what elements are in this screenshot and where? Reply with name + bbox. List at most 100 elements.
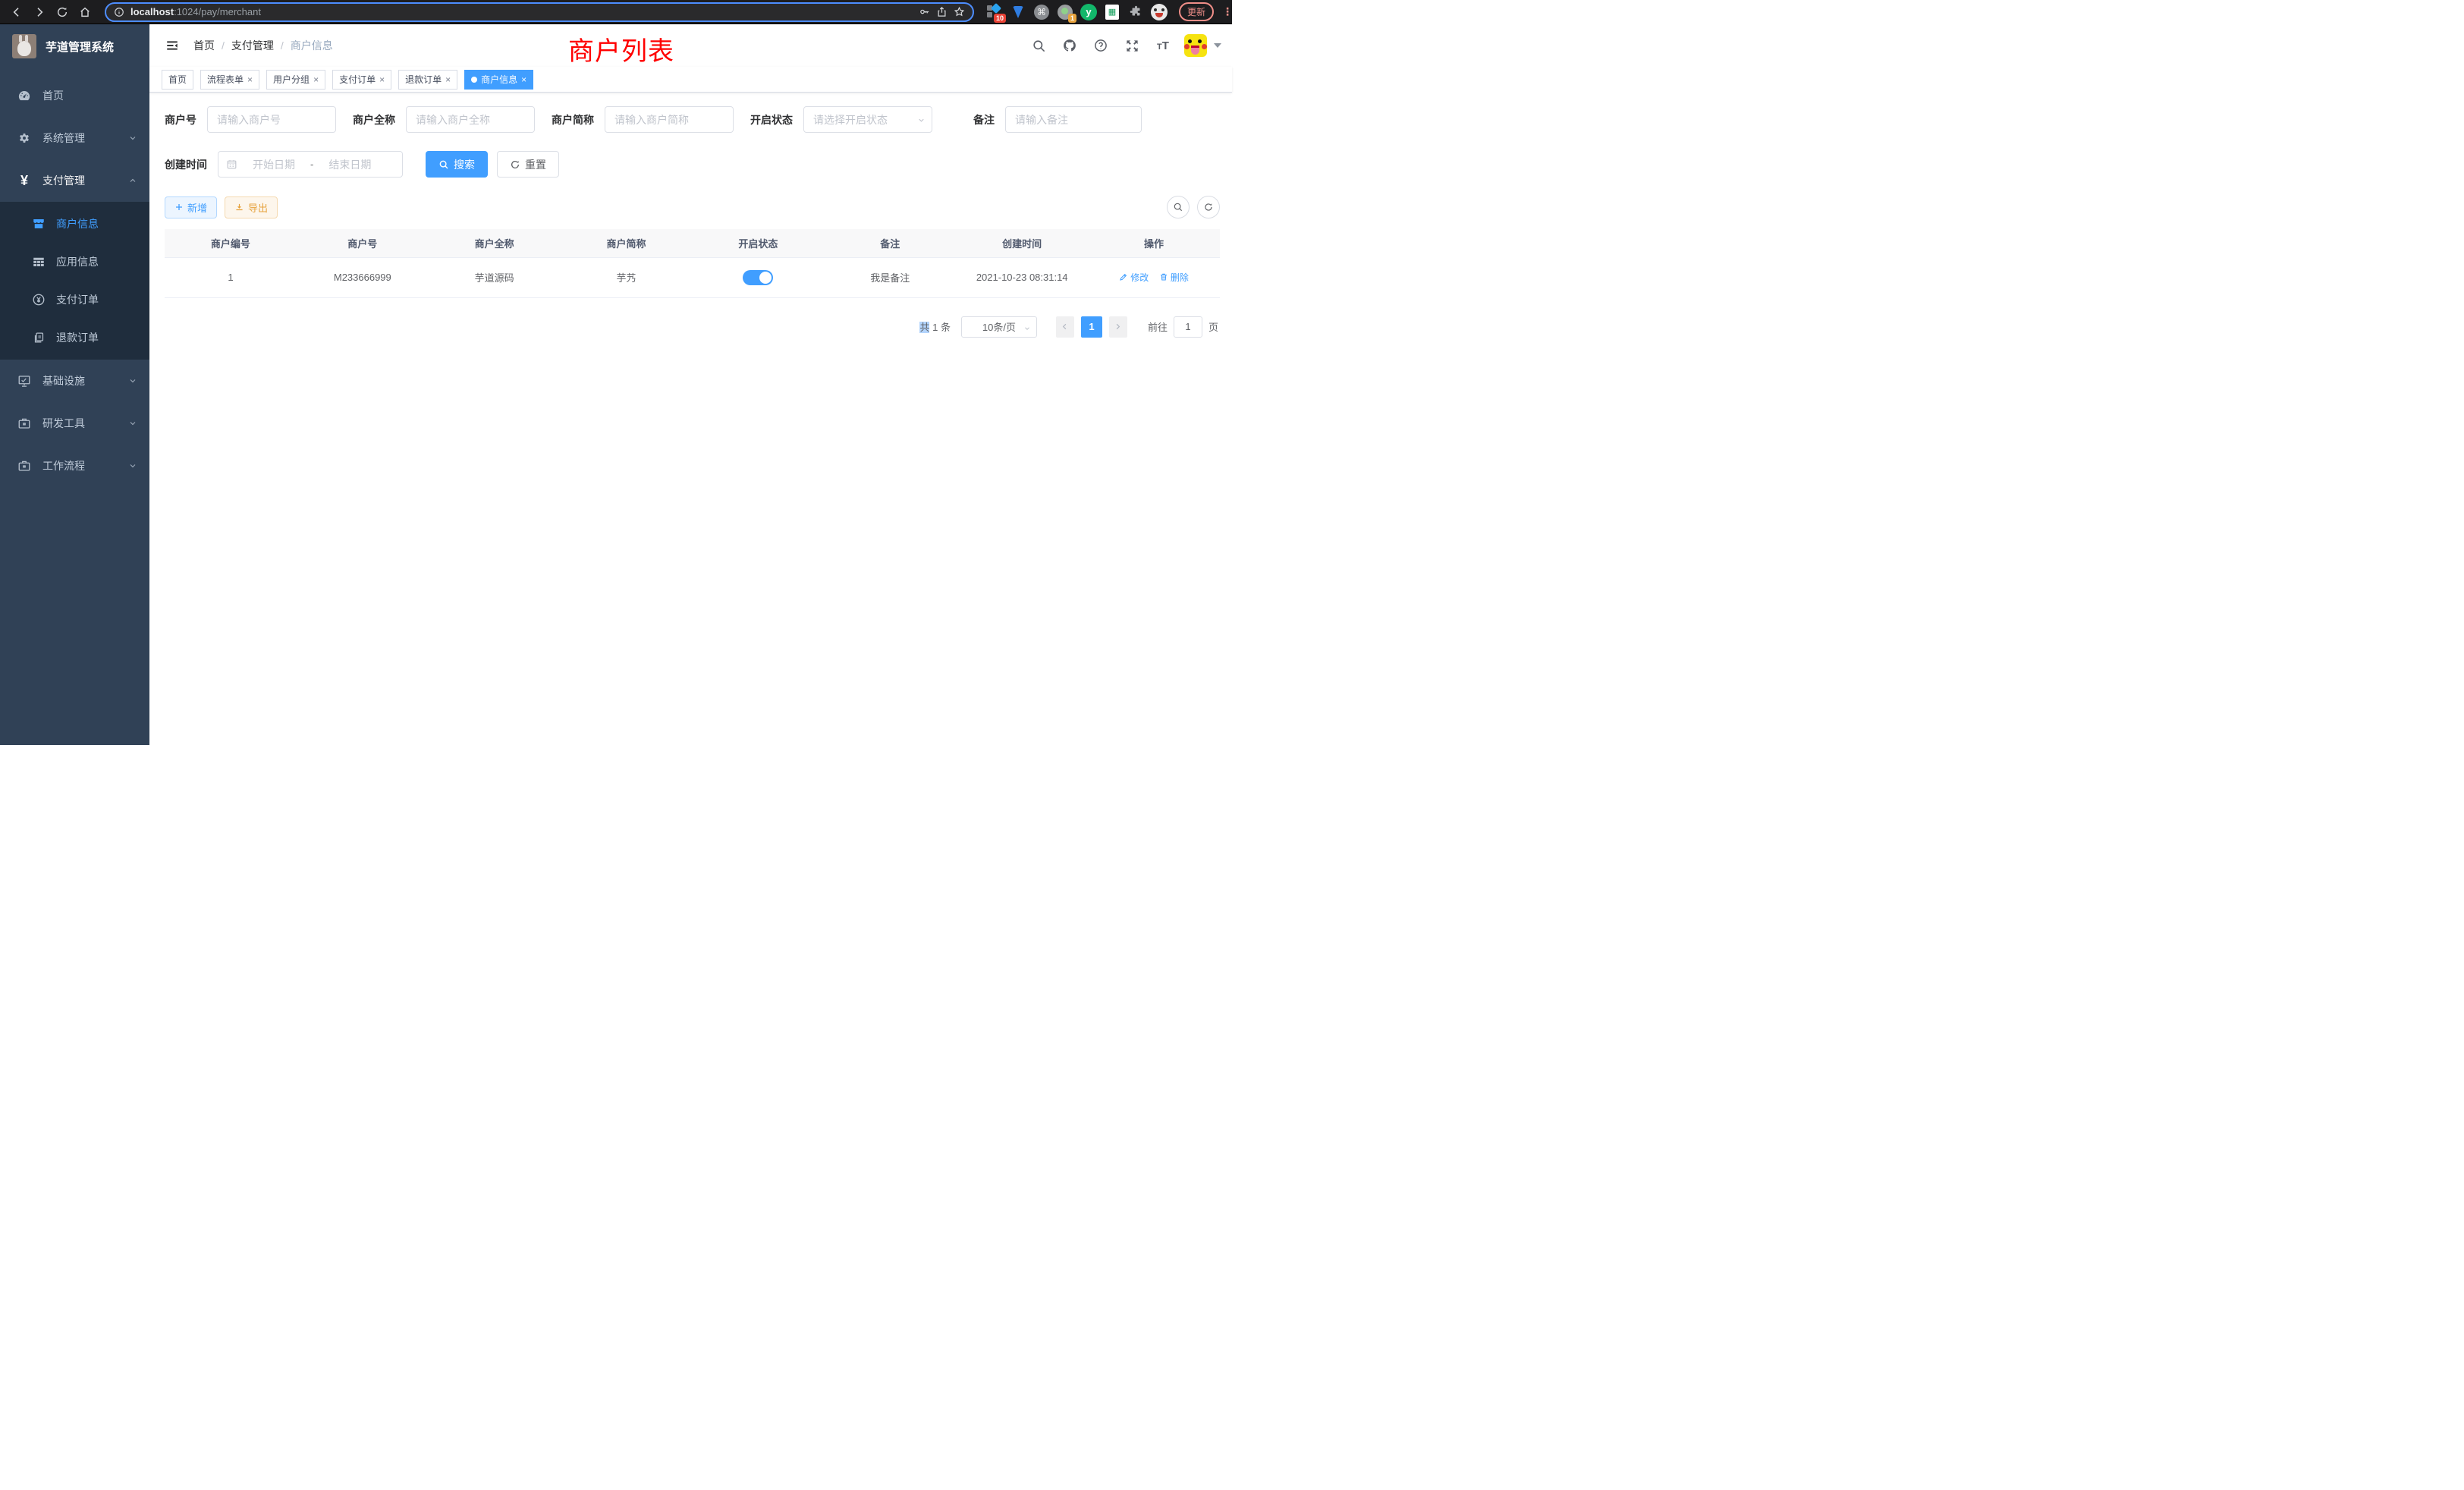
page-info-icon[interactable] [114,7,124,17]
page-size-select[interactable]: 10条/页 [961,316,1037,338]
status-select[interactable] [803,106,932,133]
close-icon[interactable]: × [445,74,451,85]
page-number-1[interactable]: 1 [1081,316,1102,338]
password-key-icon[interactable] [919,6,930,17]
app-title: 芋道管理系统 [46,39,114,55]
delete-link[interactable]: 删除 [1159,271,1189,284]
user-avatar[interactable] [1184,34,1207,57]
extension-sheets-icon[interactable]: ▦ [1104,4,1120,20]
goto-page-input[interactable] [1174,316,1202,338]
extension-toolbar: 10 ⌘ 1 y ▦ 更新 ⋮ [986,2,1233,21]
app-logo-row[interactable]: 芋道管理系统 [0,24,149,68]
sidebar-item-app-info[interactable]: 应用信息 [0,243,149,281]
short-name-input[interactable] [605,106,734,133]
github-icon[interactable] [1060,36,1080,55]
extension-proxy-icon[interactable]: 1 [1057,4,1073,20]
end-date-input[interactable] [318,159,382,171]
font-size-icon[interactable]: TT [1153,36,1173,55]
col-short-name: 商户简称 [561,229,693,257]
close-icon[interactable]: × [521,74,526,85]
chrome-update-button[interactable]: 更新 [1179,2,1214,21]
yen-icon: ¥ [17,174,32,187]
extensions-puzzle-icon[interactable] [1127,4,1144,20]
sidebar-item-system[interactable]: 系统管理 [0,117,149,159]
pay-submenu: 商户信息 应用信息 支付订单 [0,202,149,360]
refresh-button[interactable] [1197,196,1220,218]
sidebar-item-label: 退款订单 [56,330,99,345]
page-content: 商户号 商户全称 商户简称 开启状态 [149,93,1232,338]
date-separator: - [310,159,313,170]
full-name-input[interactable] [406,106,535,133]
close-icon[interactable]: × [313,74,319,85]
active-dot [471,77,477,83]
help-icon[interactable] [1091,36,1111,55]
navbar-right-tools: TT [1029,34,1221,57]
share-icon[interactable] [936,6,948,17]
merchant-table: 商户编号 商户号 商户全称 商户简称 开启状态 备注 创建时间 操作 1 M23… [165,229,1220,298]
cell-remark: 我是备注 [824,257,956,297]
close-icon[interactable]: × [247,74,253,85]
tab-user-group[interactable]: 用户分组× [266,70,325,90]
extension-vue-devtools-icon[interactable]: 10 [986,4,1003,20]
cell-short-name: 芋艿 [561,257,693,297]
tab-merchant-info[interactable]: 商户信息× [464,70,533,90]
monitor-icon [17,374,32,388]
browser-home-button[interactable] [76,3,94,21]
extension-y-icon[interactable]: y [1080,4,1097,20]
tab-process-form[interactable]: 流程表单× [200,70,259,90]
tab-pay-order[interactable]: 支付订单× [332,70,391,90]
sidebar-item-devtools[interactable]: 研发工具 [0,402,149,445]
date-range-picker[interactable]: - [218,151,403,178]
sidebar-fold-icon[interactable] [162,35,183,56]
sidebar-item-workflow[interactable]: 工作流程 [0,445,149,487]
browser-back-button[interactable] [8,3,26,21]
cell-actions: 修改 删除 [1088,257,1220,297]
toggle-search-button[interactable] [1167,196,1190,218]
sidebar-item-home[interactable]: 首页 [0,74,149,117]
profile-avatar-icon[interactable] [1151,4,1168,20]
address-bar[interactable]: localhost:1024/pay/merchant [105,2,974,22]
remark-input[interactable] [1005,106,1142,133]
sidebar-item-pay[interactable]: ¥ 支付管理 [0,159,149,202]
sidebar-item-infra[interactable]: 基础设施 [0,360,149,402]
extension-command-icon[interactable]: ⌘ [1033,4,1050,20]
tab-refund-order[interactable]: 退款订单× [398,70,457,90]
extension-kite-icon[interactable] [1010,4,1026,20]
browser-reload-button[interactable] [53,3,71,21]
table-toolbar: 新增 导出 [165,196,1220,218]
status-toggle[interactable] [743,270,773,285]
table-mini-tools [1167,196,1220,218]
sidebar-item-label: 首页 [42,88,137,103]
grid-icon [31,255,46,269]
filter-remark: 备注 [973,106,1142,133]
search-button[interactable]: 搜索 [426,151,488,178]
chevron-down-icon [128,461,137,470]
browser-menu-icon[interactable]: ⋮ [1222,5,1233,18]
start-date-input[interactable] [242,159,306,171]
filter-merchant-no: 商户号 [165,106,336,133]
breadcrumb-pay[interactable]: 支付管理 [231,38,274,53]
filter-label: 商户号 [165,112,196,127]
fullscreen-icon[interactable] [1122,36,1142,55]
sidebar-item-pay-order[interactable]: 支付订单 [0,281,149,319]
search-icon[interactable] [1029,36,1048,55]
close-icon[interactable]: × [379,74,385,85]
export-button[interactable]: 导出 [225,196,278,218]
sidebar-item-merchant-info[interactable]: 商户信息 [0,205,149,243]
sidebar-item-refund-order[interactable]: 退款订单 [0,319,149,357]
dashboard-icon [17,89,32,102]
add-button[interactable]: 新增 [165,196,217,218]
tab-home[interactable]: 首页 [162,70,193,90]
avatar-caret-icon[interactable] [1214,43,1221,48]
col-remark: 备注 [824,229,956,257]
reset-button[interactable]: 重置 [497,151,559,178]
breadcrumb-home[interactable]: 首页 [193,38,215,53]
browser-forward-button[interactable] [30,3,49,21]
bookmark-star-icon[interactable] [954,6,965,17]
edit-link[interactable]: 修改 [1119,271,1149,284]
merchant-no-input[interactable] [207,106,336,133]
next-page-button[interactable] [1109,316,1127,338]
briefcase-icon [17,417,32,430]
table-header-row: 商户编号 商户号 商户全称 商户简称 开启状态 备注 创建时间 操作 [165,229,1220,257]
prev-page-button[interactable] [1056,316,1074,338]
